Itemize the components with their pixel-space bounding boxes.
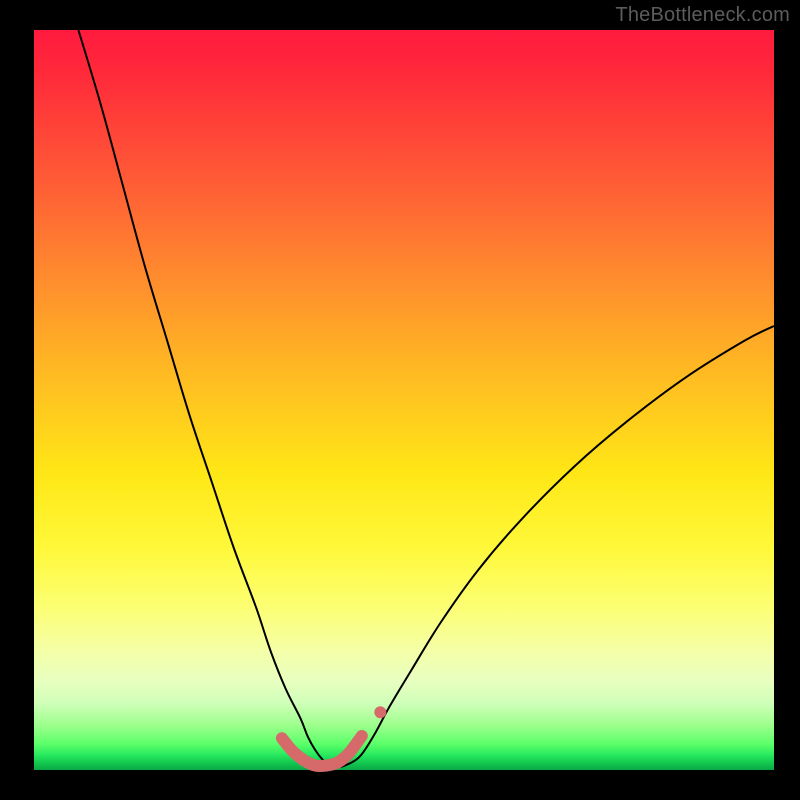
curve-layer xyxy=(34,30,774,770)
chart-frame: TheBottleneck.com xyxy=(0,0,800,800)
plot-area xyxy=(34,30,774,770)
series-main-curve xyxy=(78,30,774,767)
attribution-text: TheBottleneck.com xyxy=(615,4,790,27)
series-bottom-red-highlight xyxy=(282,736,362,766)
series-highlight-end-dot xyxy=(374,706,386,718)
